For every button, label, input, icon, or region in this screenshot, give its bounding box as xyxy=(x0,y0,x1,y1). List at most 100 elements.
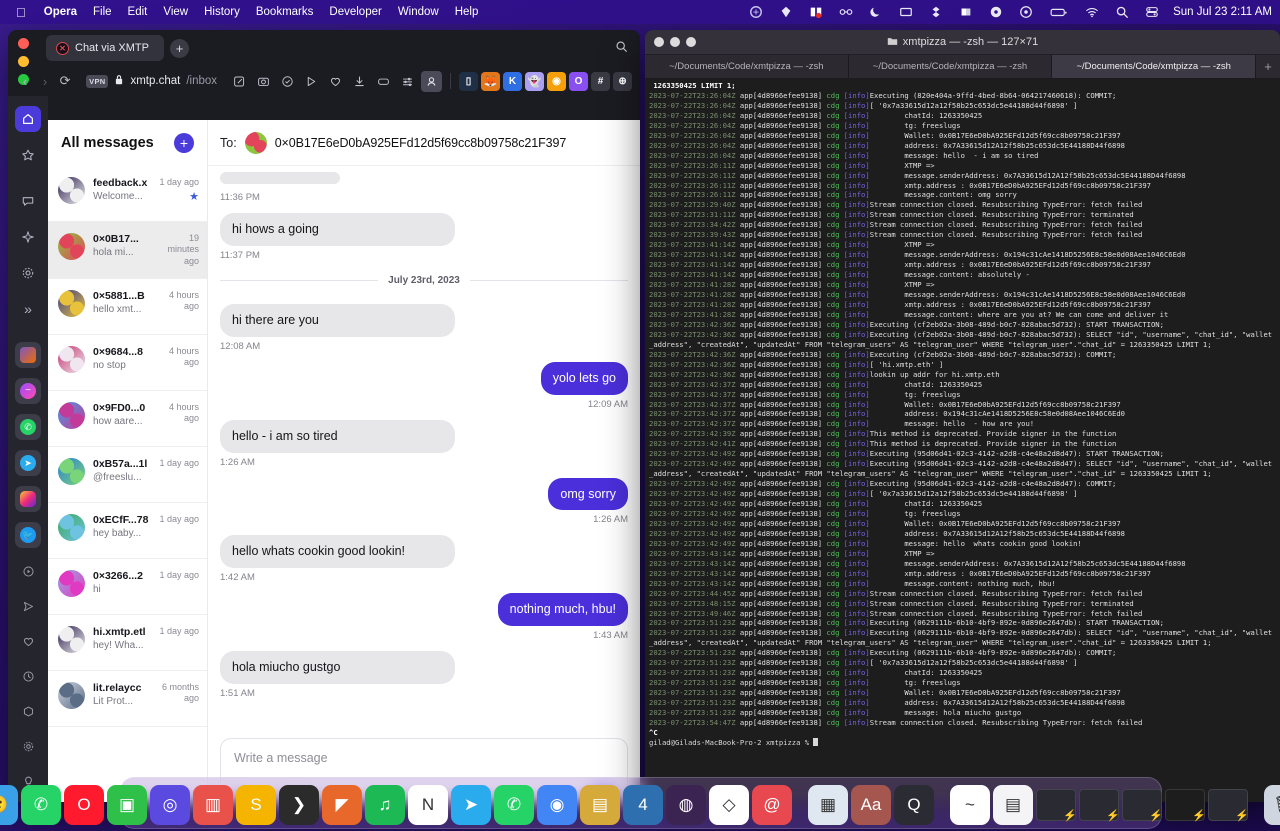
sidebar-expand[interactable]: » xyxy=(15,296,41,322)
sidebar-hearts[interactable] xyxy=(15,628,41,654)
list-item[interactable]: 0×9684...8no stop4 hours ago xyxy=(48,335,207,391)
dock-darkroom[interactable]: ◍ xyxy=(666,785,706,825)
opera-extension[interactable]: O xyxy=(569,72,588,91)
menu-item-history[interactable]: History xyxy=(196,6,248,18)
moon-icon[interactable] xyxy=(861,0,891,24)
glasses-icon[interactable] xyxy=(831,0,861,24)
terminal-close-button[interactable] xyxy=(654,37,664,47)
control-center-icon[interactable] xyxy=(1137,0,1167,24)
dock-warp[interactable]: ◤ xyxy=(322,785,362,825)
display-icon[interactable] xyxy=(891,0,921,24)
dock-messenger[interactable]: ~ xyxy=(950,785,990,825)
recipient-address[interactable]: 0×0B17E6eD0bA925EFd12d5f69cc8b09758c21F3… xyxy=(275,136,567,150)
list-item[interactable]: 0xB57a...1l@freeslu...1 day ago xyxy=(48,447,207,503)
snapshot-icon[interactable] xyxy=(253,71,274,92)
dock-dictionary[interactable]: Aa xyxy=(851,785,891,825)
dock-minimized-window-2[interactable]: ⚡ xyxy=(1079,785,1119,825)
sidebar-send-file[interactable] xyxy=(15,593,41,619)
sidebar-messenger-panel[interactable] xyxy=(15,188,41,214)
back-button[interactable]: ‹ xyxy=(16,70,34,92)
dock-minimized-window-5[interactable]: ⚡ xyxy=(1208,785,1248,825)
diamond-icon[interactable] xyxy=(771,0,801,24)
list-item[interactable]: 0×9FD0...0how aare...4 hours ago xyxy=(48,391,207,447)
sidebar-app-whatsapp[interactable]: ✆ xyxy=(15,414,41,440)
dock-sublime[interactable]: S xyxy=(236,785,276,825)
sidebar-player[interactable] xyxy=(15,558,41,584)
dock-terminal[interactable]: ❯ xyxy=(279,785,319,825)
dock-loom[interactable]: ◎ xyxy=(150,785,190,825)
dock-chrome[interactable]: ◉ xyxy=(537,785,577,825)
metamask-extension[interactable]: 🦊 xyxy=(481,72,500,91)
shield-icon[interactable] xyxy=(277,71,298,92)
dock-finder[interactable]: 🙂 xyxy=(0,785,18,825)
hash-extension[interactable]: # xyxy=(591,72,610,91)
menubar-clock[interactable]: Sun Jul 23 2:11 AM xyxy=(1167,6,1272,18)
new-tab-button[interactable]: + xyxy=(170,39,189,58)
rainbow-extension[interactable]: ▯ xyxy=(459,72,478,91)
bitwarden-extension[interactable]: ◉ xyxy=(547,72,566,91)
terminal-maximize-button[interactable] xyxy=(686,37,696,47)
dock-vscode[interactable]: ◇ xyxy=(709,785,749,825)
close-window-button[interactable] xyxy=(18,38,29,49)
dock-slides[interactable]: ▥ xyxy=(193,785,233,825)
terminal-tab[interactable]: ~/Documents/Code/xmtpizza — -zsh xyxy=(645,55,849,78)
terminal-minimize-button[interactable] xyxy=(670,37,680,47)
apple-menu-icon[interactable]:  xyxy=(8,6,36,19)
battery-icon[interactable] xyxy=(1041,0,1077,24)
terminal-tab[interactable]: ~/Documents/Code/xmtpizza — -zsh xyxy=(849,55,1053,78)
dock-simcity[interactable]: 4 xyxy=(623,785,663,825)
dock-minimized-window-3[interactable]: ⚡ xyxy=(1122,785,1162,825)
tab-search-icon[interactable] xyxy=(615,40,628,56)
sidebar-app-instagram[interactable] xyxy=(15,486,41,512)
profile-icon[interactable] xyxy=(421,71,442,92)
sidebar-favorites[interactable] xyxy=(15,142,41,168)
dock-telegram[interactable]: ➤ xyxy=(451,785,491,825)
menu-item-window[interactable]: Window xyxy=(390,6,447,18)
new-message-button[interactable]: + xyxy=(174,133,194,153)
terminal-tab[interactable]: ~/Documents/Code/xmtpizza — -zsh xyxy=(1052,55,1256,78)
dock-facetime[interactable]: ▣ xyxy=(107,785,147,825)
phantom-extension[interactable]: 👻 xyxy=(525,72,544,91)
terminal-output[interactable]: 1263350425 LIMIT 1; 2023-07-22T23:26:04Z… xyxy=(645,79,1280,802)
keplr-extension[interactable]: K xyxy=(503,72,522,91)
reload-button[interactable]: ⟳ xyxy=(56,70,74,92)
menu-item-developer[interactable]: Developer xyxy=(321,6,389,18)
dock-notion[interactable]: N xyxy=(408,785,448,825)
wifi-icon[interactable] xyxy=(1077,0,1107,24)
dropbox-icon[interactable] xyxy=(921,0,951,24)
list-item[interactable]: 0×0B17...hola mi...19 minutes ago xyxy=(48,222,207,279)
sidebar-app-mail[interactable] xyxy=(15,342,41,368)
menu-item-help[interactable]: Help xyxy=(447,6,487,18)
sidebar-app-telegram[interactable]: ➤ xyxy=(15,450,41,476)
list-item[interactable]: lit.relayccLit Prot...6 months ago xyxy=(48,671,207,727)
sidebar-history[interactable] xyxy=(15,663,41,689)
message-thread[interactable]: 11:36 PMhi hows a going11:37 PM July 23r… xyxy=(208,166,640,730)
browser-tab-active[interactable]: ✕ Chat via XMTP xyxy=(46,35,164,61)
list-item[interactable]: feedback.xWelcome...1 day ago★ xyxy=(48,166,207,222)
tab-island-icon[interactable] xyxy=(373,71,394,92)
terminal-new-tab-button[interactable]: + xyxy=(1256,55,1280,78)
sidebar-app-messenger[interactable]: ~ xyxy=(15,378,41,404)
menu-item-file[interactable]: File xyxy=(85,6,120,18)
dock-opera[interactable]: O xyxy=(64,785,104,825)
record-icon[interactable] xyxy=(981,0,1011,24)
list-item[interactable]: 0xECfF...78hey baby...1 day ago xyxy=(48,503,207,559)
sidebar-settings[interactable] xyxy=(15,260,41,286)
sidebar-app-twitter[interactable]: 🐦 xyxy=(15,522,41,548)
menu-item-opera[interactable]: Opera xyxy=(36,6,85,18)
heart-icon[interactable] xyxy=(325,71,346,92)
dock-minimized-window-4[interactable]: ⚡ xyxy=(1165,785,1205,825)
status-badge[interactable]: ★ xyxy=(159,191,199,205)
box-icon[interactable] xyxy=(951,0,981,24)
list-item[interactable]: 0×3266...2hi1 day ago xyxy=(48,559,207,615)
address-bar[interactable]: VPN xmtp.chat/inbox xyxy=(80,70,223,92)
sidebar-settings-bottom[interactable] xyxy=(15,733,41,759)
sidebar-crypto-wallet[interactable] xyxy=(15,698,41,724)
sidebar-home[interactable] xyxy=(15,106,41,132)
vpn-badge[interactable]: VPN xyxy=(86,75,108,88)
dock-whatsapp2[interactable]: ✆ xyxy=(494,785,534,825)
list-item[interactable]: 0×5881...Bhello xmt...4 hours ago xyxy=(48,279,207,335)
clock-icon[interactable] xyxy=(1011,0,1041,24)
menu-item-edit[interactable]: Edit xyxy=(120,6,156,18)
note-icon[interactable] xyxy=(229,71,250,92)
